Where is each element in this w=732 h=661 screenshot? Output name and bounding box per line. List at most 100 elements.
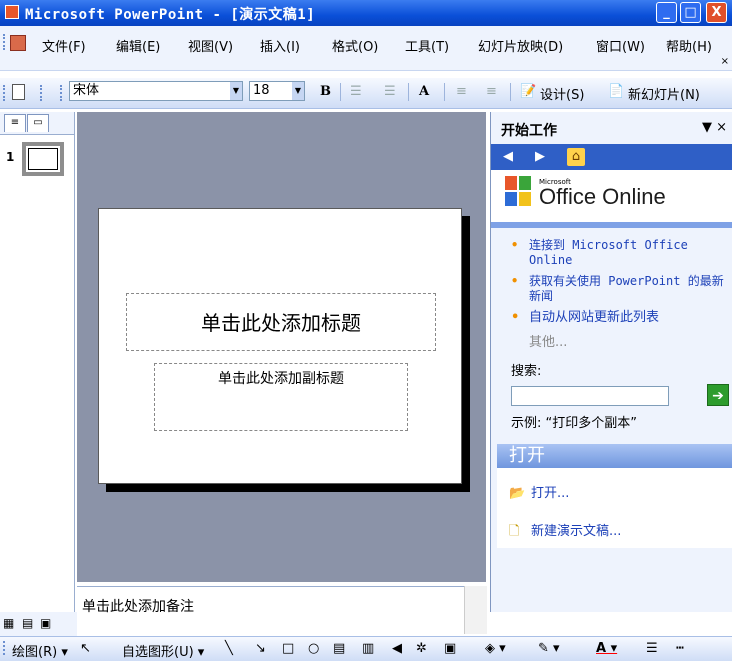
new-slide-icon: 📄 <box>608 84 625 99</box>
font-name-value: 宋体 <box>73 83 100 98</box>
link-latest-news[interactable]: • 获取有关使用 PowerPoint 的最新新闻 <box>511 274 731 304</box>
search-example: 示例: “打印多个副本” <box>511 416 637 431</box>
menu-bar: 文件(F) 编辑(E) 视图(V) 插入(I) 格式(O) 工具(T) 幻灯片放… <box>0 26 732 71</box>
drawing-toolbar: 绘图(R) ▾ ↖ 自选图形(U) ▾ ╲ ↘ □ ○ ▤ ▥ ◀ ✲ ▣ ◈ … <box>0 636 732 661</box>
textbox-icon[interactable]: ▤ <box>333 641 345 656</box>
menu-help[interactable]: 帮助(H) <box>666 36 712 55</box>
slideshow-view-icon[interactable]: ▣ <box>40 616 51 630</box>
search-label: 搜索: <box>511 364 542 379</box>
slide-thumbnail-frame <box>28 148 58 170</box>
font-name-select[interactable]: 宋体 ▼ <box>69 81 243 101</box>
online-links: • 连接到 Microsoft Office Online • 获取有关使用 Pow… <box>511 238 731 350</box>
increase-font-size-button[interactable]: A <box>419 84 429 99</box>
chevron-down-icon[interactable]: ▼ <box>292 82 304 100</box>
task-pane: 开始工作 ▼ × ◀ ▶ ⌂ Microsoft Office Online •… <box>490 112 732 612</box>
open-file-link[interactable]: 📂 打开... <box>509 482 569 501</box>
menu-slideshow[interactable]: 幻灯片放映(D) <box>478 36 563 55</box>
design-icon: 📝 <box>520 84 537 99</box>
new-presentation-link[interactable]: 🗋 新建演示文稿... <box>509 520 621 544</box>
numbered-list-icon[interactable]: ☰ <box>350 84 362 99</box>
toolbar-grip[interactable] <box>40 85 44 101</box>
subtitle-placeholder[interactable]: 单击此处添加副标题 <box>154 363 408 431</box>
font-color-icon[interactable]: A ▾ <box>596 641 617 656</box>
new-document-icon: 🗋 <box>509 524 520 539</box>
chevron-down-icon[interactable]: ▼ <box>230 82 242 100</box>
diagram-icon[interactable]: ◀ <box>392 641 402 656</box>
menu-insert[interactable]: 插入(I) <box>260 36 300 55</box>
picture-icon[interactable]: ▣ <box>444 641 456 656</box>
toolbar-grip[interactable] <box>3 641 7 655</box>
window-title: Microsoft PowerPoint - [演示文稿1] <box>25 7 316 23</box>
back-icon[interactable]: ◀ <box>499 148 517 166</box>
line-color-icon[interactable]: ✎ ▾ <box>538 641 560 656</box>
task-pane-close-icon[interactable]: ▼ × <box>702 120 727 135</box>
notes-placeholder: 单击此处添加备注 <box>82 599 194 615</box>
menu-view[interactable]: 视图(V) <box>188 36 233 55</box>
link-more[interactable]: 其他... <box>511 331 731 350</box>
normal-view-icon[interactable]: ▦ <box>3 616 14 630</box>
select-arrow-icon[interactable]: ↖ <box>80 641 91 656</box>
slide[interactable]: 单击此处添加标题 单击此处添加副标题 <box>98 208 462 484</box>
search-input[interactable] <box>511 386 669 406</box>
design-button[interactable]: 设计(S) <box>540 84 584 103</box>
slide-sorter-icon[interactable]: ▤ <box>22 616 33 630</box>
minimize-button[interactable]: _ <box>656 2 677 23</box>
link-connect-online[interactable]: • 连接到 Microsoft Office Online <box>511 238 731 268</box>
home-icon[interactable]: ⌂ <box>567 148 585 166</box>
bullet-list-icon[interactable]: ☰ <box>384 84 396 99</box>
title-placeholder[interactable]: 单击此处添加标题 <box>126 293 436 351</box>
pane-tabs: ≡ ▭ <box>0 112 74 135</box>
menu-window[interactable]: 窗口(W) <box>596 36 645 55</box>
powerpoint-app-icon[interactable] <box>5 5 19 19</box>
open-section-header: 打开 <box>497 444 732 468</box>
slides-pane: ≡ ▭ 1 <box>0 112 75 612</box>
new-slide-button[interactable]: 新幻灯片(N) <box>628 84 700 103</box>
slide-number: 1 <box>6 150 15 164</box>
dash-style-icon[interactable]: ┅ <box>676 641 684 656</box>
font-size-select[interactable]: 18 ▼ <box>249 81 305 101</box>
document-icon[interactable] <box>10 35 26 51</box>
toolbar-grip[interactable] <box>60 85 64 101</box>
open-section: 📂 打开... 🗋 新建演示文稿... <box>497 468 732 548</box>
search-go-icon[interactable]: ➔ <box>707 384 729 406</box>
toolbar-separator <box>444 83 445 101</box>
increase-indent-icon[interactable]: ≡ <box>486 84 497 99</box>
title-bar: Microsoft PowerPoint - [演示文稿1] _ □ X <box>0 0 732 26</box>
task-pane-title[interactable]: 开始工作 <box>501 120 557 140</box>
line-style-icon[interactable]: ☰ <box>646 641 658 656</box>
new-document-icon[interactable] <box>12 84 25 100</box>
menu-file[interactable]: 文件(F) <box>42 36 86 55</box>
oval-icon[interactable]: ○ <box>308 641 319 656</box>
notes-pane[interactable]: 单击此处添加备注 <box>77 586 464 635</box>
font-size-value: 18 <box>253 83 270 98</box>
slide-thumbnail[interactable] <box>22 142 64 176</box>
menu-tools[interactable]: 工具(T) <box>405 36 449 55</box>
office-online-logo[interactable]: Microsoft Office Online <box>491 170 732 222</box>
autoshapes-button[interactable]: 自选图形(U) ▾ <box>122 641 204 660</box>
toolbar-separator <box>340 83 341 101</box>
office-logo-icon <box>505 176 533 208</box>
tab-outline[interactable]: ≡ <box>4 114 26 132</box>
menu-grip[interactable] <box>3 34 7 50</box>
notes-scrollbar[interactable] <box>464 586 487 634</box>
clipart-icon[interactable]: ✲ <box>416 641 427 656</box>
task-pane-header: 开始工作 ▼ × <box>491 112 732 144</box>
menu-format[interactable]: 格式(O) <box>332 36 378 55</box>
forward-icon[interactable]: ▶ <box>531 148 549 166</box>
menu-edit[interactable]: 编辑(E) <box>116 36 160 55</box>
tab-slides[interactable]: ▭ <box>27 114 49 132</box>
decrease-indent-icon[interactable]: ≡ <box>456 84 467 99</box>
rectangle-icon[interactable]: □ <box>282 641 294 656</box>
close-icon[interactable]: × <box>716 120 727 135</box>
arrow-icon[interactable]: ↘ <box>255 641 266 656</box>
bold-button[interactable]: B <box>320 84 331 99</box>
document-close-icon[interactable]: × <box>721 56 729 67</box>
fill-color-icon[interactable]: ◈ ▾ <box>485 641 506 656</box>
maximize-button[interactable]: □ <box>680 2 701 23</box>
link-auto-update[interactable]: • 自动从网站更新此列表 <box>511 310 731 325</box>
close-button[interactable]: X <box>706 2 727 23</box>
wordart-icon[interactable]: ▥ <box>362 641 374 656</box>
toolbar-grip[interactable] <box>3 85 7 101</box>
draw-menu-button[interactable]: 绘图(R) ▾ <box>12 641 68 660</box>
line-icon[interactable]: ╲ <box>225 641 233 656</box>
